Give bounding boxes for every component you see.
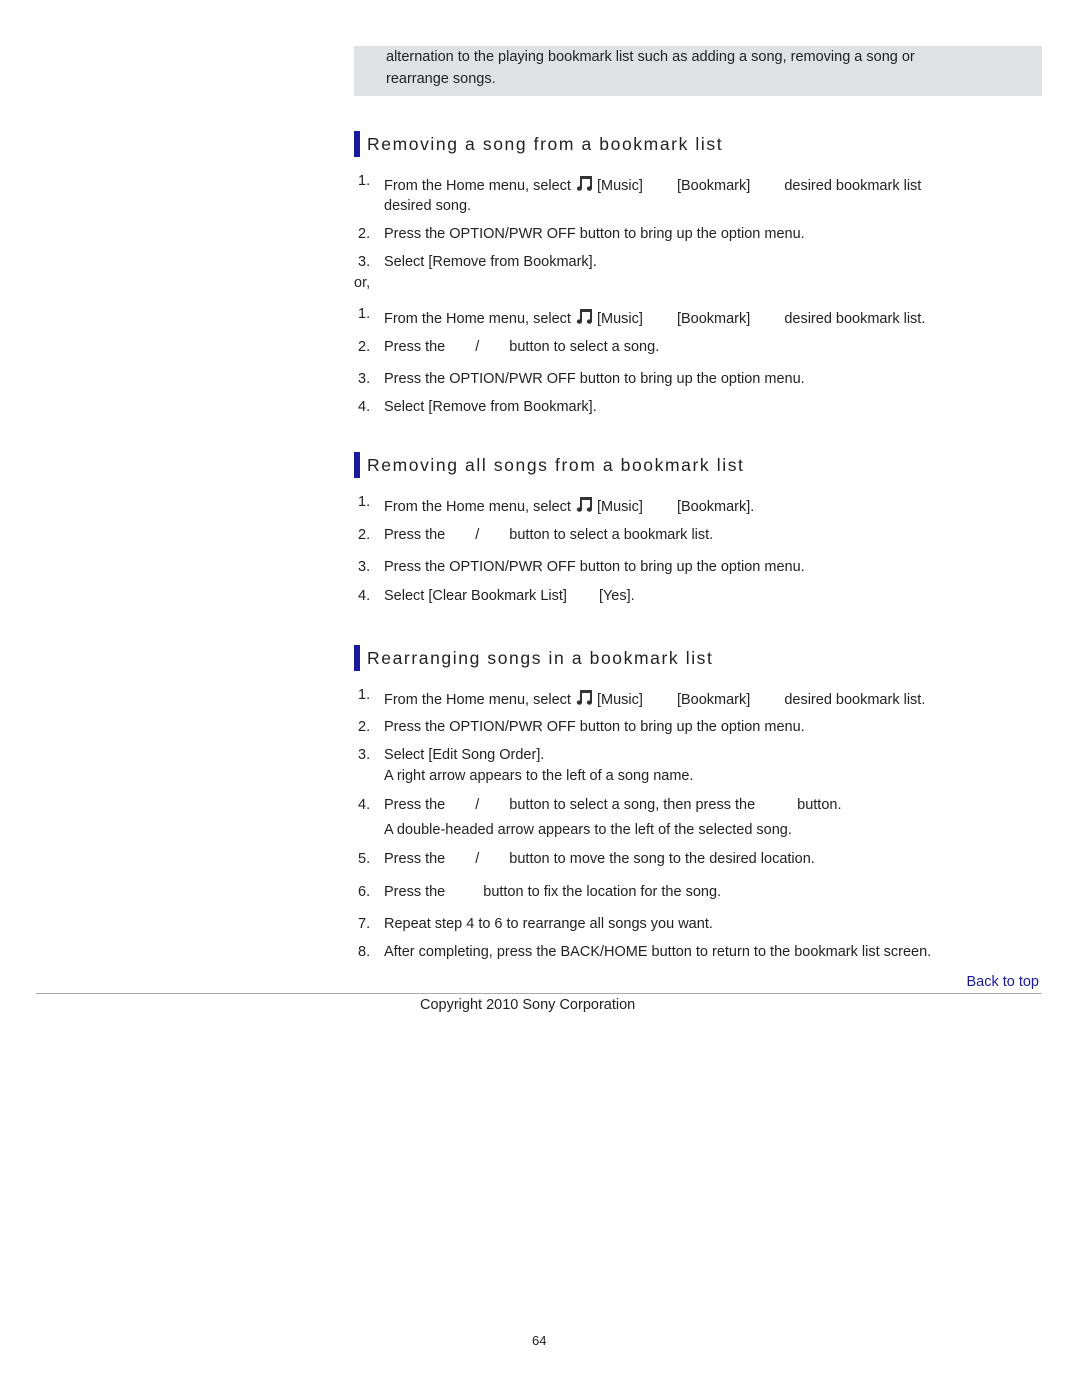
step-number: 1.	[358, 494, 371, 510]
step-text-b: [Yes].	[598, 588, 635, 604]
footer-divider	[36, 993, 1042, 994]
step-text-a: Press the	[384, 884, 446, 900]
music-note-icon	[576, 309, 593, 324]
page-number: 64	[532, 1333, 547, 1348]
step-text-a: Press the	[384, 527, 446, 543]
step-text-b: button to fix the location for the song.	[483, 884, 722, 900]
step-text: From the Home menu, select [Music] [Book…	[384, 173, 921, 194]
step-text-b: [Music]	[597, 499, 643, 515]
step-number: 4.	[358, 399, 371, 415]
step-number: 3.	[358, 559, 371, 575]
step-text-a: Select [Clear Bookmark List]	[384, 588, 567, 604]
step-subtext: A double-headed arrow appears to the lef…	[384, 822, 792, 838]
step-text: From the Home menu, select [Music] [Book…	[384, 687, 925, 708]
step-text-b: [Music]	[597, 692, 643, 708]
step-text: Press the OPTION/PWR OFF button to bring…	[384, 371, 805, 387]
step-text-c: button to select a bookmark list.	[509, 527, 714, 543]
note-text-1: alternation to the playing bookmark list…	[386, 49, 915, 65]
step-text-c: [Bookmark].	[676, 499, 755, 515]
step-text-e: desired song.	[384, 198, 472, 214]
step-number: 5.	[358, 851, 371, 867]
step-text-b: /	[475, 797, 480, 813]
step-text-a: From the Home menu, select	[384, 692, 571, 708]
step-text-d: desired bookmark list.	[784, 311, 926, 327]
step-text: From the Home menu, select [Music] [Book…	[384, 494, 754, 515]
step-number: 2.	[358, 339, 371, 355]
step-text: Select [Remove from Bookmark].	[384, 254, 597, 270]
step-text-a: Press the	[384, 339, 446, 355]
note-box: alternation to the playing bookmark list…	[354, 46, 1042, 96]
step-text-b: /	[475, 339, 480, 355]
step-number: 6.	[358, 884, 371, 900]
step-number: 1.	[358, 687, 371, 703]
heading-bar	[354, 645, 360, 671]
step-text: Select [Remove from Bookmark].	[384, 399, 597, 415]
step-text-b: /	[475, 527, 480, 543]
step-text-d: button.	[797, 797, 842, 813]
heading-bar	[354, 131, 360, 157]
step-text: After completing, press the BACK/HOME bu…	[384, 944, 932, 960]
step-number: 4.	[358, 588, 371, 604]
step-number: 7.	[358, 916, 371, 932]
step-text-a: From the Home menu, select	[384, 178, 571, 194]
step-text: Press the / button to select a song, then …	[384, 797, 841, 813]
step-number: 2.	[358, 226, 371, 242]
step-text-a: From the Home menu, select	[384, 499, 571, 515]
step-number: 2.	[358, 527, 371, 543]
step-text-d: desired bookmark list.	[784, 692, 926, 708]
step-text-c: [Bookmark]	[676, 692, 751, 708]
step-text: Press the button to fix the location for …	[384, 884, 721, 900]
step-text: Select [Edit Song Order].	[384, 747, 545, 763]
step-text-a: Press the	[384, 797, 446, 813]
step-text: Press the / button to select a song.	[384, 339, 659, 355]
step-text-c: button to move the song to the desired l…	[509, 851, 815, 867]
step-number: 2.	[358, 719, 371, 735]
heading-bar	[354, 452, 360, 478]
section-heading: Removing all songs from a bookmark list	[354, 452, 745, 478]
section-heading: Rearranging songs in a bookmark list	[354, 645, 714, 671]
step-text-c: button to select a song, then press the	[509, 797, 756, 813]
step-text-a: Press the	[384, 851, 446, 867]
step-number: 3.	[358, 371, 371, 387]
step-text-b: [Music]	[597, 311, 643, 327]
section-heading: Removing a song from a bookmark list	[354, 131, 723, 157]
or-text: or,	[354, 275, 371, 291]
step-number: 1.	[358, 306, 371, 322]
step-text: Press the / button to move the song to the…	[384, 851, 815, 867]
step-text: From the Home menu, select [Music] [Book…	[384, 306, 925, 327]
step-text-b: /	[475, 851, 480, 867]
step-number: 1.	[358, 173, 371, 189]
heading-text: Removing all songs from a bookmark list	[367, 454, 745, 475]
step-number: 3.	[358, 254, 371, 270]
step-text-c: [Bookmark]	[676, 311, 751, 327]
step-text-c: button to select a song.	[509, 339, 660, 355]
step-text-d: desired bookmark list	[784, 178, 922, 194]
step-text: Press the OPTION/PWR OFF button to bring…	[384, 719, 805, 735]
step-text: Press the OPTION/PWR OFF button to bring…	[384, 559, 805, 575]
step-text-b: [Music]	[597, 178, 643, 194]
heading-text: Removing a song from a bookmark list	[367, 133, 724, 154]
music-note-icon	[576, 176, 593, 191]
step-number: 3.	[358, 747, 371, 763]
back-to-top-link[interactable]: Back to top	[966, 974, 1039, 990]
step-number: 4.	[358, 797, 371, 813]
step-text: Press the / button to select a bookmark li…	[384, 527, 713, 543]
step-subtext: A right arrow appears to the left of a s…	[384, 768, 694, 784]
heading-text: Rearranging songs in a bookmark list	[367, 647, 714, 668]
step-text-a: From the Home menu, select	[384, 311, 571, 327]
step-text: Press the OPTION/PWR OFF button to bring…	[384, 226, 805, 242]
step-text: Repeat step 4 to 6 to rearrange all song…	[384, 916, 713, 932]
step-number: 8.	[358, 944, 371, 960]
step-text: Select [Clear Bookmark List] [Yes].	[384, 588, 635, 604]
music-note-icon	[576, 690, 593, 705]
copyright: Copyright 2010 Sony Corporation	[420, 997, 636, 1013]
note-text-2: rearrange songs.	[386, 71, 496, 87]
music-note-icon	[576, 497, 593, 512]
step-text-c: [Bookmark]	[676, 178, 751, 194]
